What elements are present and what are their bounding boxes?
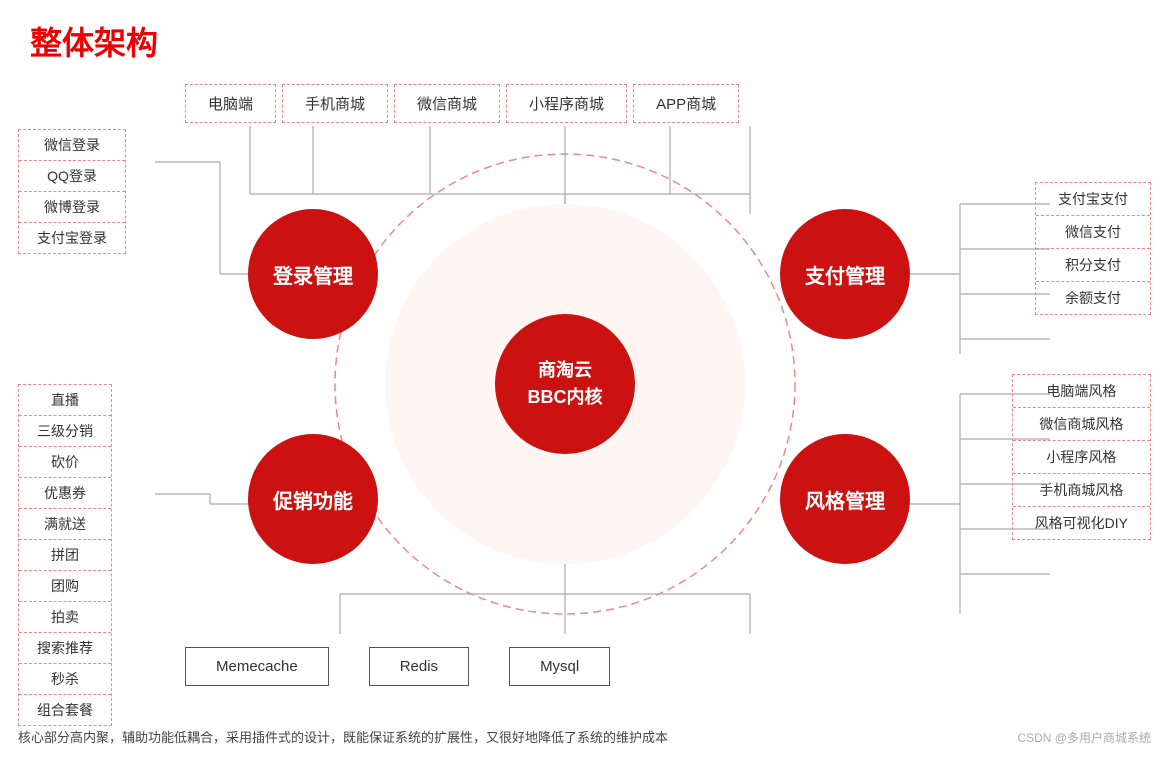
left-promo-group: 直播 三级分销 砍价 优惠券 满就送 拼团 团购 拍卖 搜索推荐 秒杀 组合套餐 xyxy=(18,384,112,726)
login-circle: 登录管理 xyxy=(248,209,378,339)
top-item-pc: 电脑端 xyxy=(185,84,276,123)
core-circle-label: 商淘云 BBC内核 xyxy=(528,357,603,411)
top-item-mobile: 手机商城 xyxy=(282,84,388,123)
left-item-search: 搜索推荐 xyxy=(19,633,111,664)
left-item-alipay-login: 支付宝登录 xyxy=(19,223,125,253)
login-circle-label: 登录管理 xyxy=(273,260,353,289)
left-item-manjusong: 满就送 xyxy=(19,509,111,540)
bottom-memcache: Memecache xyxy=(185,647,329,686)
top-item-miniprogram: 小程序商城 xyxy=(506,84,627,123)
left-item-bargain: 砍价 xyxy=(19,447,111,478)
right-alipay: 支付宝支付 xyxy=(1036,183,1150,216)
right-diy-style: 风格可视化DIY xyxy=(1013,507,1150,539)
left-item-live: 直播 xyxy=(19,385,111,416)
footer-text: 核心部分高内聚，辅助功能低耦合，采用插件式的设计，既能保证系统的扩展性，又很好地… xyxy=(18,727,668,746)
top-row: 电脑端 手机商城 微信商城 小程序商城 APP商城 xyxy=(185,84,745,123)
bottom-redis: Redis xyxy=(369,647,469,686)
style-circle-label: 风格管理 xyxy=(805,485,885,514)
right-pc-style: 电脑端风格 xyxy=(1013,375,1150,408)
left-item-paizhai: 拍卖 xyxy=(19,602,111,633)
payment-circle-label: 支付管理 xyxy=(805,260,885,289)
left-item-pintuan: 拼团 xyxy=(19,540,111,571)
left-login-group: 微信登录 QQ登录 微博登录 支付宝登录 xyxy=(18,129,126,254)
core-top-label: 订单主核心模块 xyxy=(0,284,1169,303)
top-item-wechat: 微信商城 xyxy=(394,84,500,123)
page-title: 整体架构 xyxy=(0,0,1169,74)
style-circle: 风格管理 xyxy=(780,434,910,564)
left-item-weibo-login: 微博登录 xyxy=(19,192,125,223)
promo-circle: 促销功能 xyxy=(248,434,378,564)
bottom-mysql: Mysql xyxy=(509,647,610,686)
bottom-row: Memecache Redis Mysql xyxy=(185,647,610,686)
left-item-combo: 组合套餐 xyxy=(19,695,111,725)
watermark: CSDN @多用户商城系统 xyxy=(1017,729,1151,746)
core-circle: 商淘云 BBC内核 xyxy=(495,314,635,454)
promo-circle-label: 促销功能 xyxy=(273,485,353,514)
left-item-coupon: 优惠券 xyxy=(19,478,111,509)
left-item-qq-login: QQ登录 xyxy=(19,161,125,192)
right-mini-style: 小程序风格 xyxy=(1013,441,1150,474)
payment-circle: 支付管理 xyxy=(780,209,910,339)
right-wechatpay: 微信支付 xyxy=(1036,216,1150,249)
right-points: 积分支付 xyxy=(1036,249,1150,282)
left-item-tuangou: 团购 xyxy=(19,571,111,602)
top-item-app: APP商城 xyxy=(633,84,739,123)
right-style-group: 电脑端风格 微信商城风格 小程序风格 手机商城风格 风格可视化DIY xyxy=(1012,374,1151,540)
left-item-flash: 秒杀 xyxy=(19,664,111,695)
left-item-wechat-login: 微信登录 xyxy=(19,130,125,161)
right-wechat-style: 微信商城风格 xyxy=(1013,408,1150,441)
right-mobile-style: 手机商城风格 xyxy=(1013,474,1150,507)
left-item-3level: 三级分销 xyxy=(19,416,111,447)
